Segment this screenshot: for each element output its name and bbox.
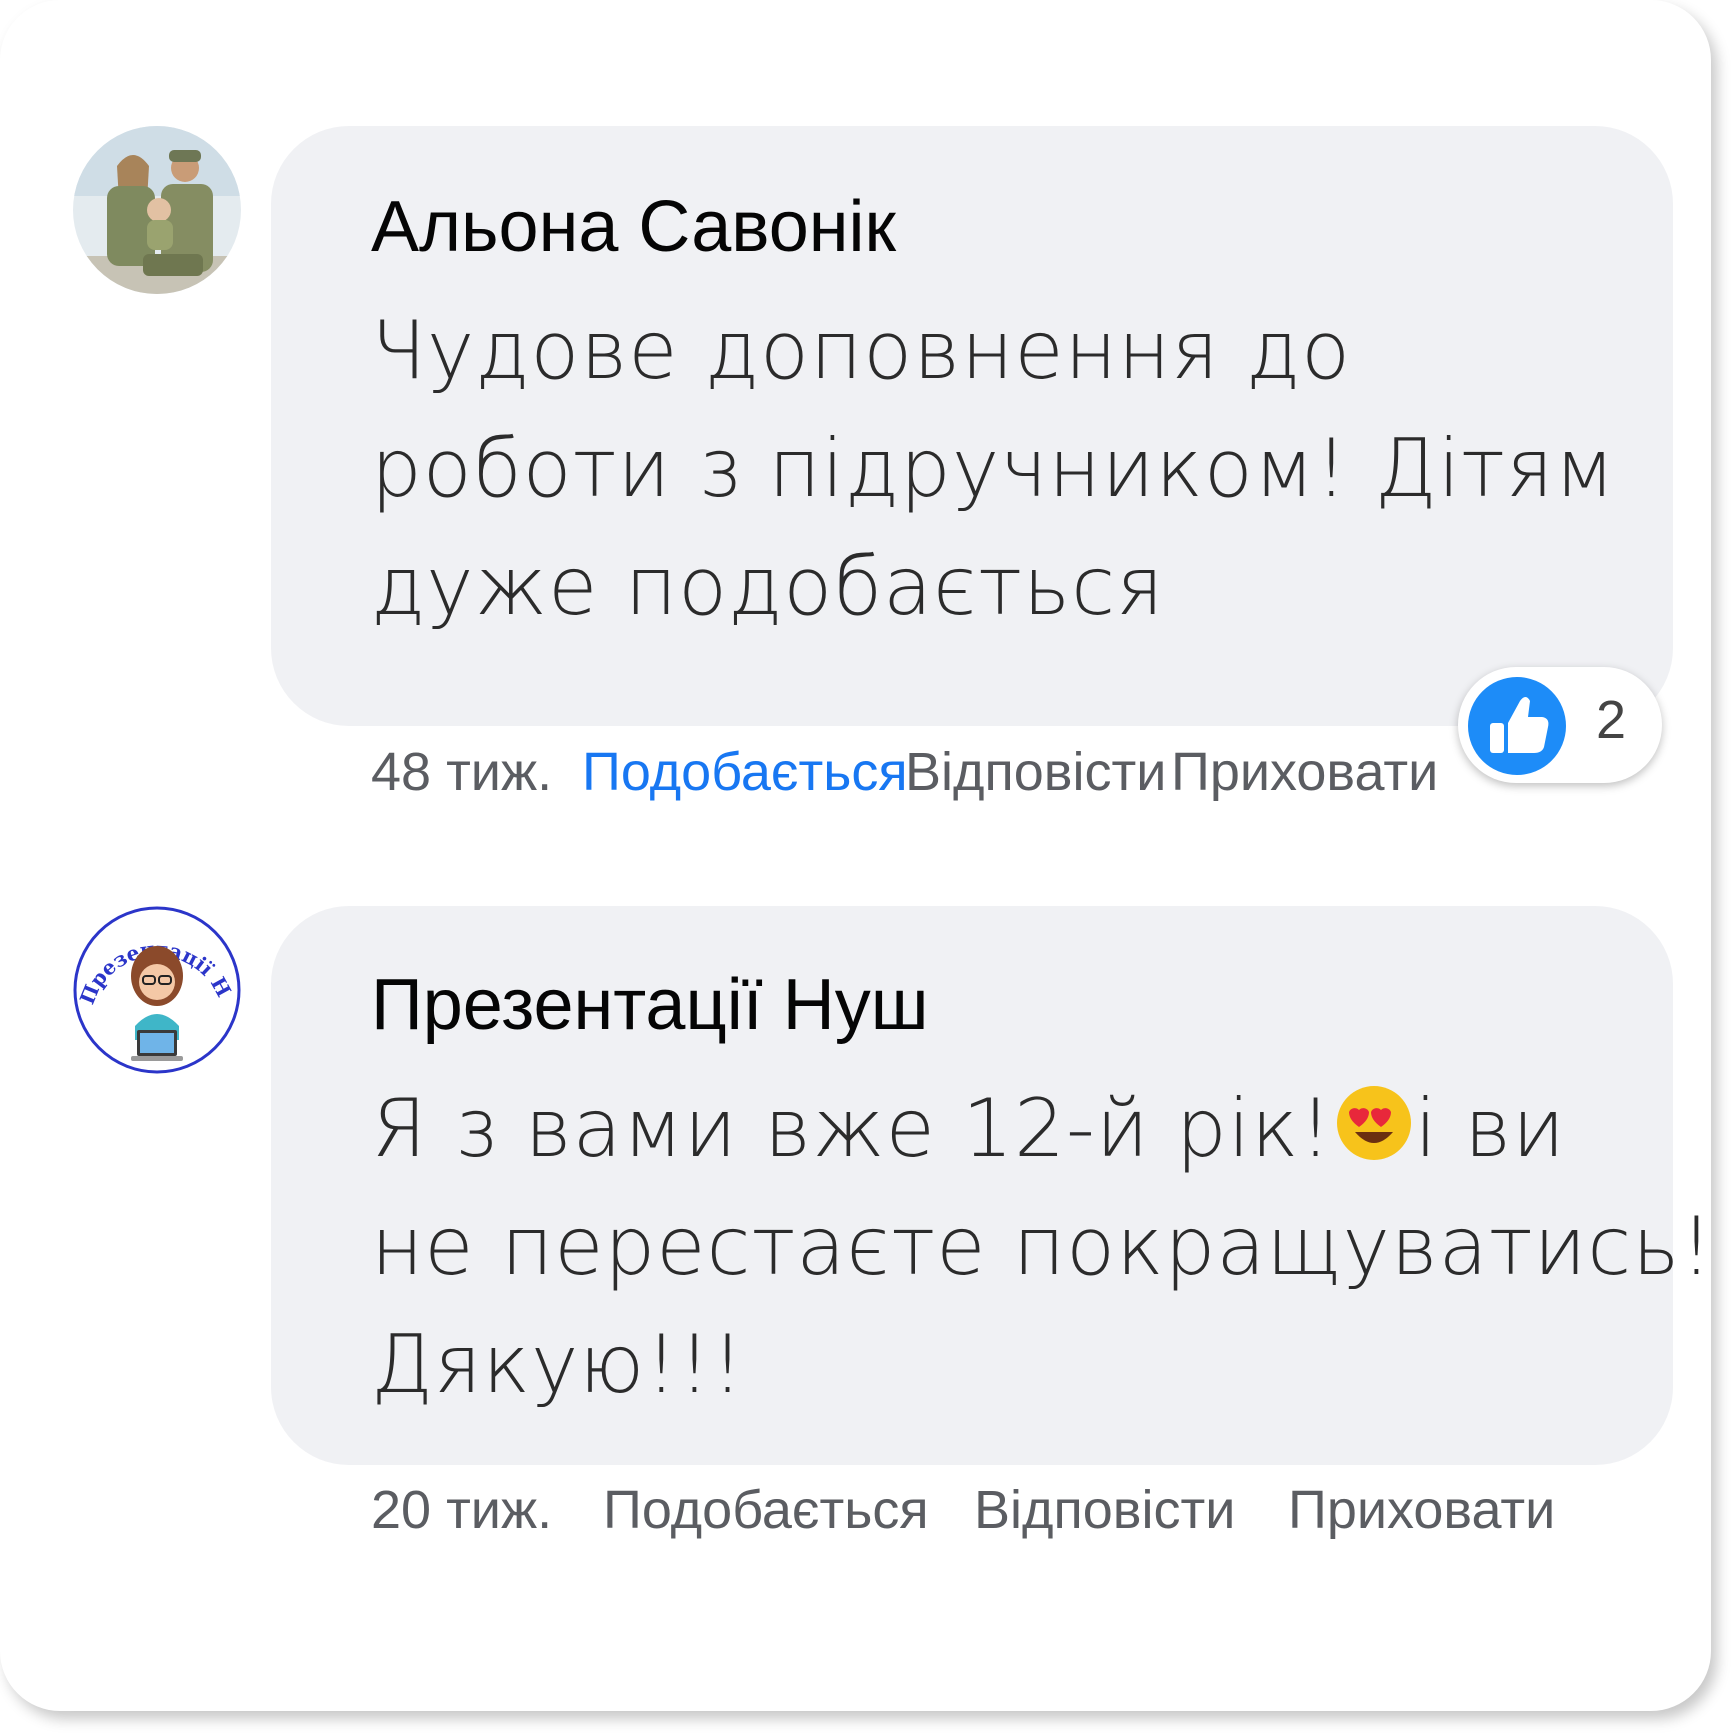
like-button[interactable]: Подобається	[582, 741, 908, 803]
avatar-prezentatsii-nush[interactable]: Презентації НУШ	[73, 906, 241, 1074]
comment-text-line: Чудове доповнення до	[371, 304, 1352, 397]
comment-text: Чудове доповнення до роботи з підручнико…	[371, 292, 1616, 646]
heart-eyes-emoji-icon	[1336, 1086, 1411, 1160]
avatar-alona[interactable]	[73, 126, 241, 294]
comment-author[interactable]: Альона Савонік	[371, 186, 896, 268]
family-photo-icon	[73, 126, 241, 294]
comment-time[interactable]: 20 тиж.	[371, 1479, 552, 1541]
comment-text-line: дуже подобається	[371, 540, 1165, 633]
comment-bubble-1: Альона Савонік Чудове доповнення до робо…	[271, 126, 1673, 726]
comment-text-line: Дякую!!!	[371, 1318, 745, 1411]
teacher-logo-icon: Презентації НУШ	[73, 906, 241, 1074]
hide-button[interactable]: Приховати	[1171, 741, 1438, 803]
thumbs-up-icon	[1468, 677, 1566, 775]
reply-button[interactable]: Відповісти	[905, 741, 1166, 803]
reply-button[interactable]: Відповісти	[974, 1479, 1235, 1541]
comment-text-line: Я з вами вже 12-й рік! і ви	[371, 1082, 1566, 1175]
like-button[interactable]: Подобається	[603, 1479, 929, 1541]
comment-author[interactable]: Презентації Нуш	[371, 964, 928, 1046]
comment-text-line: роботи з підручником! Дітям	[371, 422, 1616, 515]
comment-text-line: не перестаєте покращуватись!	[371, 1200, 1714, 1293]
comments-card: Альона Савонік Чудове доповнення до робо…	[0, 0, 1713, 1711]
comment-time[interactable]: 48 тиж.	[371, 741, 552, 803]
reaction-count: 2	[1596, 690, 1627, 750]
reactions-summary[interactable]: 2	[1458, 667, 1662, 783]
hide-button[interactable]: Приховати	[1288, 1479, 1555, 1541]
comment-text: Я з вами вже 12-й рік! і ви не перестаєте…	[371, 1070, 1714, 1424]
comment-bubble-2: Презентації Нуш Я з вами вже 12-й рік! і …	[271, 906, 1713, 1465]
